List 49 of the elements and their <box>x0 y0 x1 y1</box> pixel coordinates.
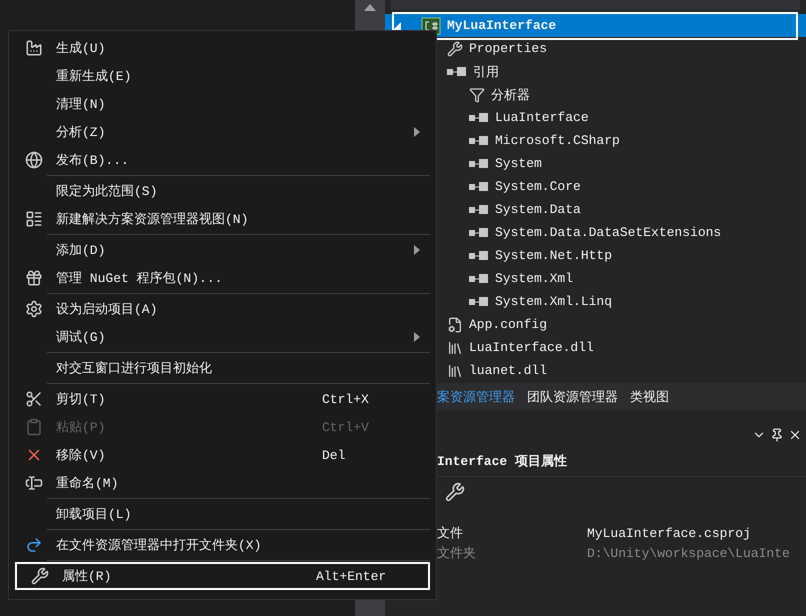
panel-title: Interface 项目属性 <box>437 446 806 477</box>
text-cursor-icon <box>24 474 42 492</box>
config-file-icon <box>447 316 463 332</box>
reference-icon <box>469 136 489 146</box>
curved-arrow-icon <box>24 536 42 554</box>
reference-icon <box>469 158 489 168</box>
reference-icon <box>469 204 489 214</box>
tab[interactable]: 案资源管理器 <box>437 388 515 406</box>
library-icon <box>447 340 463 356</box>
property-name: 文件夹 <box>437 545 477 562</box>
analyzer-icon <box>469 86 485 102</box>
reference-icon <box>469 250 489 260</box>
pin-icon[interactable] <box>770 428 784 442</box>
reference-icon <box>469 228 489 238</box>
tab[interactable]: 团队资源管理器 <box>527 388 618 406</box>
reference-icon <box>469 112 489 122</box>
tab[interactable]: 类视图 <box>630 388 669 406</box>
wrench-icon <box>30 567 48 585</box>
reference-icon <box>469 182 489 192</box>
library-icon <box>447 362 463 378</box>
menu-item[interactable]: 重命名(M) <box>9 469 436 497</box>
scroll-up-icon[interactable] <box>364 4 376 11</box>
clipboard-icon <box>24 418 42 436</box>
menu-item[interactable]: 移除(V) Del <box>9 441 436 469</box>
wrench-icon[interactable] <box>445 482 465 502</box>
factory-icon <box>24 39 42 57</box>
menu-item[interactable]: 在文件资源管理器中打开文件夹(X) <box>9 531 436 559</box>
property-value: MyLuaInterface.csproj <box>587 526 752 540</box>
menu-item[interactable]: 属性(R) Alt+Enter <box>15 562 430 590</box>
settings-icon <box>24 300 42 318</box>
reference-icon <box>469 274 489 284</box>
shortcut-text: Ctrl+X <box>322 392 370 406</box>
expanded-arrow-icon <box>393 22 401 30</box>
menu-item[interactable]: 卸载项目(L) <box>9 500 436 528</box>
gift-icon <box>24 269 42 287</box>
shortcut-text: Ctrl+V <box>322 420 370 434</box>
wrench-icon <box>447 40 463 56</box>
shortcut-text: Alt+Enter <box>316 568 388 584</box>
close-icon[interactable] <box>788 428 802 442</box>
globe-icon <box>24 151 42 169</box>
reference-icon <box>469 296 489 306</box>
property-value: D:\Unity\workspace\LuaInte <box>587 546 791 560</box>
tree-item[interactable]: MyLuaInterface <box>385 14 806 37</box>
menu-item[interactable]: 剪切(T) Ctrl+X <box>9 385 436 413</box>
reference-icon <box>447 66 467 76</box>
shortcut-text: Del <box>322 448 346 462</box>
property-name: 文件 <box>437 525 464 542</box>
scissors-icon <box>24 390 42 408</box>
window-icon <box>24 210 42 228</box>
